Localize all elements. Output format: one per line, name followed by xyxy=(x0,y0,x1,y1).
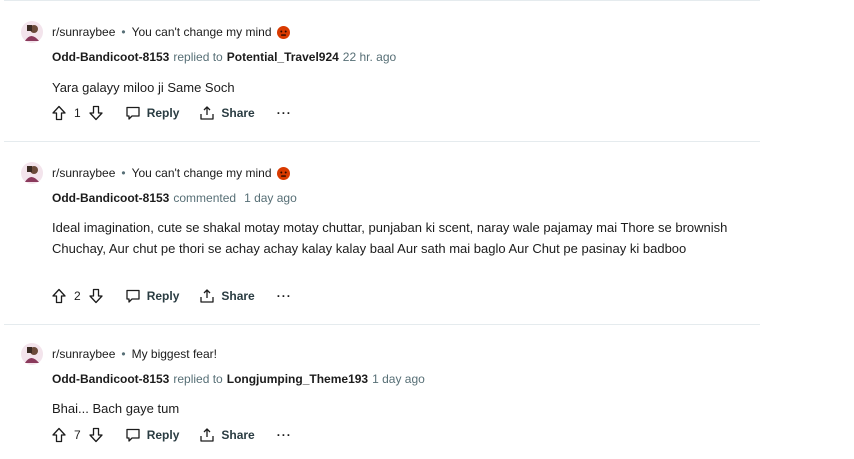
share-button[interactable]: Share xyxy=(199,288,255,304)
more-options-button[interactable]: ··· xyxy=(277,106,292,120)
timestamp: 1 day ago xyxy=(372,372,425,386)
comment-actions: 1 Reply Share ··· xyxy=(50,102,292,124)
upvote-icon[interactable] xyxy=(50,287,68,305)
reply-button[interactable]: Reply xyxy=(125,427,180,443)
upvote-icon[interactable] xyxy=(50,426,68,444)
reply-label: Reply xyxy=(146,289,180,303)
comment-text: Yara galayy miloo ji Same Soch xyxy=(52,80,235,95)
comment-text: Ideal imagination, cute se shakal motay … xyxy=(52,220,728,256)
action-text: replied to xyxy=(173,372,223,386)
reply-button[interactable]: Reply xyxy=(125,105,180,121)
subreddit-link[interactable]: r/sunraybee xyxy=(52,166,115,180)
comment-actions: 2 Reply Share ··· xyxy=(50,285,292,307)
reply-target-link[interactable]: Longjumping_Theme193 xyxy=(227,372,368,386)
downvote-icon[interactable] xyxy=(87,104,105,122)
subreddit-avatar[interactable] xyxy=(21,162,43,184)
vote-count: 2 xyxy=(74,289,81,303)
username-link[interactable]: Odd-Bandicoot-8153 xyxy=(52,50,169,64)
username-link[interactable]: Odd-Bandicoot-8153 xyxy=(52,191,169,205)
separator-dot: • xyxy=(121,25,126,39)
comment-card[interactable]: r/sunraybee • You can't change my mind O… xyxy=(0,142,760,324)
post-title-link[interactable]: You can't change my mind xyxy=(132,166,272,180)
post-title-link[interactable]: My biggest fear! xyxy=(132,347,217,361)
angry-emoji-icon xyxy=(276,25,290,39)
share-label: Share xyxy=(221,289,255,303)
comment-bubble-icon xyxy=(126,428,140,442)
share-button[interactable]: Share xyxy=(199,105,255,121)
vote-group: 2 xyxy=(50,287,105,305)
more-options-button[interactable]: ··· xyxy=(277,428,292,442)
action-text: replied to xyxy=(173,50,223,64)
comment-context: r/sunraybee • You can't change my mind xyxy=(21,21,290,43)
share-icon xyxy=(200,428,215,442)
separator-dot: • xyxy=(121,166,126,180)
subreddit-link[interactable]: r/sunraybee xyxy=(52,347,115,361)
subreddit-avatar[interactable] xyxy=(21,21,43,43)
vote-group: 1 xyxy=(50,104,105,122)
username-link[interactable]: Odd-Bandicoot-8153 xyxy=(52,372,169,386)
comment-feed: r/sunraybee • You can't change my mind O… xyxy=(0,0,760,459)
comment-byline: Odd-Bandicoot-8153 replied to Longjumpin… xyxy=(52,372,425,386)
subreddit-link[interactable]: r/sunraybee xyxy=(52,25,115,39)
action-text: commented xyxy=(173,191,237,205)
more-options-button[interactable]: ··· xyxy=(277,289,292,303)
share-icon xyxy=(200,289,215,303)
comment-text: Bhai... Bach gaye tum xyxy=(52,401,180,416)
downvote-icon[interactable] xyxy=(87,287,105,305)
timestamp: 22 hr. ago xyxy=(342,50,397,64)
comment-card[interactable]: r/sunraybee • You can't change my mind O… xyxy=(0,1,760,141)
downvote-icon[interactable] xyxy=(87,426,105,444)
reply-label: Reply xyxy=(146,106,180,120)
vote-count: 7 xyxy=(74,428,81,442)
reply-label: Reply xyxy=(146,428,180,442)
upvote-icon[interactable] xyxy=(50,104,68,122)
reply-button[interactable]: Reply xyxy=(125,288,180,304)
reply-target-link[interactable]: Potential_Travel924 xyxy=(227,50,339,64)
timestamp: 1 day ago xyxy=(244,191,297,205)
comment-card[interactable]: r/sunraybee • My biggest fear! Odd-Bandi… xyxy=(0,325,760,459)
separator-dot: • xyxy=(121,347,126,361)
vote-count: 1 xyxy=(74,106,81,120)
share-label: Share xyxy=(221,106,255,120)
subreddit-avatar[interactable] xyxy=(21,343,43,365)
comment-byline: Odd-Bandicoot-8153 commented 1 day ago xyxy=(52,191,297,205)
post-title-link[interactable]: You can't change my mind xyxy=(132,25,272,39)
share-icon xyxy=(200,106,215,120)
comment-context: r/sunraybee • My biggest fear! xyxy=(21,343,217,365)
comment-bubble-icon xyxy=(126,289,140,303)
comment-bubble-icon xyxy=(126,106,140,120)
angry-emoji-icon xyxy=(276,166,290,180)
vote-group: 7 xyxy=(50,426,105,444)
share-button[interactable]: Share xyxy=(199,427,255,443)
comment-context: r/sunraybee • You can't change my mind xyxy=(21,162,290,184)
comment-byline: Odd-Bandicoot-8153 replied to Potential_… xyxy=(52,50,396,64)
share-label: Share xyxy=(221,428,255,442)
comment-actions: 7 Reply Share ··· xyxy=(50,424,292,446)
